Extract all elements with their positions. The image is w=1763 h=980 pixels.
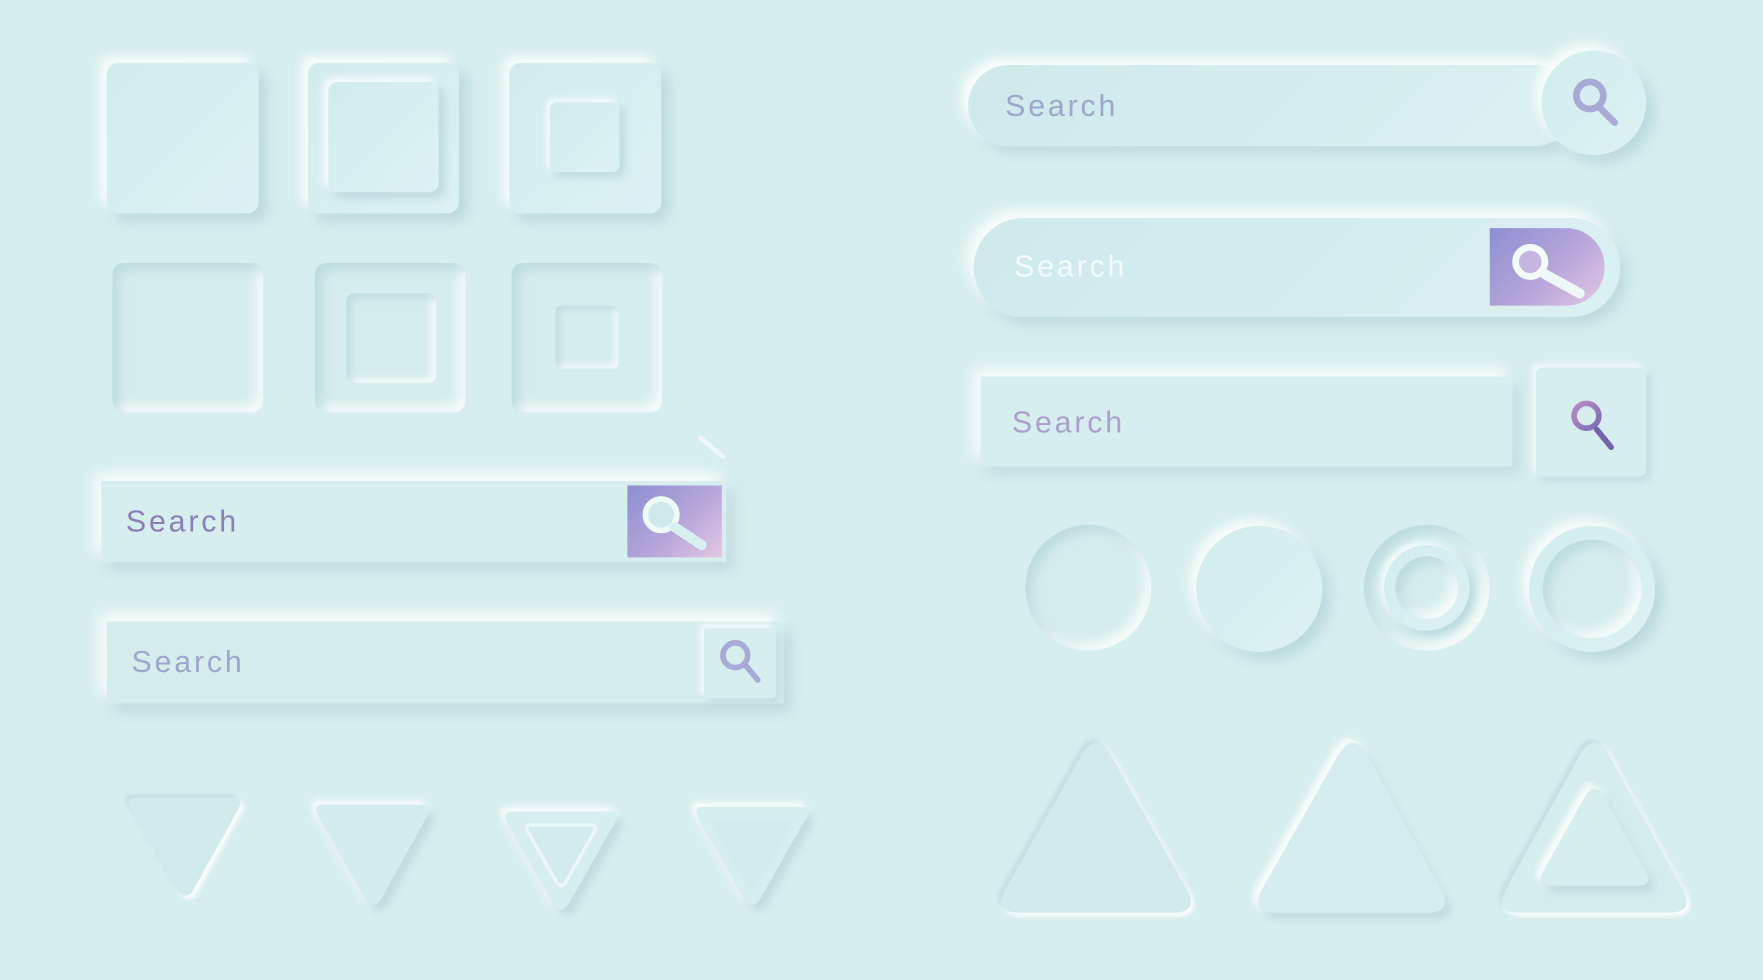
pressed-square-nested[interactable] [314,262,466,413]
decorative-highlight [697,434,727,460]
search-bar-plain[interactable]: Search [106,621,784,704]
inner-ring [1542,539,1642,639]
triangle-down-set [129,797,809,910]
ring-circle-pressed[interactable] [1363,524,1490,651]
search-icon [1571,400,1615,451]
inner-raised-square [328,82,439,193]
search-bar-pill-purple[interactable]: Search [973,218,1621,317]
inner-core [1395,556,1459,620]
triangle-up-raised[interactable] [1258,742,1445,913]
search-button[interactable] [703,628,776,698]
neumorphic-ui-kit: Search Search Search Search Search [0,0,1763,980]
raised-circle[interactable] [1196,525,1323,652]
search-input-placeholder[interactable]: Search [132,645,245,680]
search-button-square[interactable] [1535,367,1647,477]
search-bar-round[interactable]: Search [968,65,1576,147]
search-bar-split[interactable]: Search [980,376,1513,467]
inner-ring [1384,545,1470,631]
search-input-placeholder[interactable]: Search [1014,249,1127,284]
raised-square-nested-small[interactable] [509,62,662,214]
search-input-placeholder[interactable]: Search [1012,406,1125,441]
pressed-square-nested-small[interactable] [511,262,663,413]
search-icon [1512,243,1585,299]
triangle-down-pressed[interactable] [129,797,241,896]
raised-square[interactable] [106,62,259,214]
inner-small-pressed-square [555,305,619,369]
triangle-up-pressed[interactable] [1001,742,1191,913]
pressed-square[interactable] [112,262,264,413]
inner-small-square [549,102,620,172]
search-button[interactable] [627,485,722,558]
search-input-placeholder[interactable]: Search [1005,89,1118,124]
search-button-round[interactable] [1541,50,1647,156]
search-icon [1572,78,1618,126]
raised-square-nested[interactable] [308,62,459,214]
search-bar-purple[interactable]: Search [101,481,727,562]
inner-pressed-square [346,293,437,384]
search-icon [642,496,707,551]
search-button[interactable] [1489,228,1605,306]
triangle-down-raised[interactable] [316,804,430,905]
search-input-placeholder[interactable]: Search [126,505,239,540]
search-icon [720,640,761,683]
triangle-up-set [1001,742,1687,913]
ring-circle-raised[interactable] [1529,525,1656,652]
pressed-circle[interactable] [1025,524,1152,651]
